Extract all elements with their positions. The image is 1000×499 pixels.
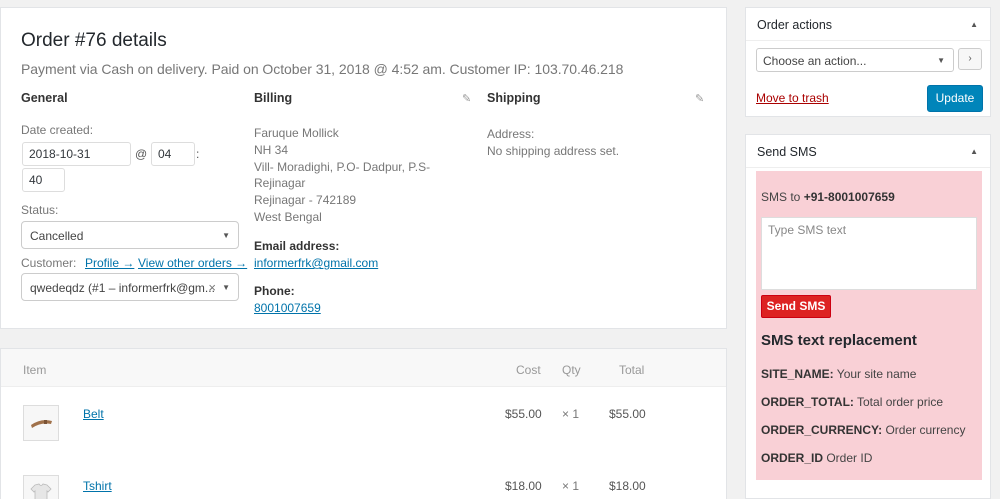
order-actions-title-text: Order actions [757, 18, 833, 32]
belt-icon [23, 405, 59, 441]
replacement-desc: Your site name [833, 367, 917, 381]
shipping-heading: Shipping [487, 91, 541, 105]
sms-recipient: SMS to +91-8001007659 [761, 190, 895, 204]
minute-input[interactable]: 40 [22, 168, 65, 192]
replacement-key: ORDER_ID [761, 451, 824, 465]
items-table-header: Item Cost Qty Total [1, 349, 726, 387]
replacement-desc: Order ID [823, 451, 873, 465]
update-button[interactable]: Update [927, 85, 983, 112]
billing-address-line: Vill- Moradighi, P.O- Dadpur, P.S- [254, 159, 431, 174]
order-title: Order #76 details [21, 30, 167, 51]
billing-address-line: West Bengal [254, 209, 322, 224]
customer-value: qwedeqdz (#1 – informerfrk@gm... [30, 281, 215, 295]
column-qty: Qty [562, 363, 581, 377]
shipping-address-label: Address: [487, 127, 535, 141]
order-action-value: Choose an action... [763, 54, 867, 68]
sms-to-number: +91-8001007659 [803, 190, 895, 204]
status-select[interactable]: Cancelled ▼ [21, 221, 239, 249]
time-colon: : [196, 147, 200, 161]
replacement-item: ORDER_CURRENCY: Order currency [761, 423, 965, 437]
billing-address-line: Faruque Mollick [254, 126, 339, 140]
hour-input[interactable]: 04 [151, 142, 195, 166]
order-actions-box: Order actions ▲ Choose an action... ▼ › … [745, 7, 991, 117]
item-qty: × 1 [562, 407, 580, 421]
view-other-orders-link[interactable]: View other orders → [138, 256, 247, 270]
item-link[interactable]: Belt [83, 407, 104, 421]
replacement-item: SITE_NAME: Your site name [761, 367, 916, 381]
billing-heading: Billing [254, 91, 293, 105]
collapse-toggle-icon[interactable]: ▲ [970, 147, 978, 156]
item-cost: $55.00 [505, 407, 542, 421]
send-sms-title-text: Send SMS [757, 145, 817, 159]
item-link[interactable]: Tshirt [83, 479, 112, 493]
billing-address-line: Rejinagar - 742189 [254, 193, 357, 208]
edit-shipping-pencil-icon[interactable]: ✎ [695, 92, 704, 105]
apply-action-button[interactable]: › [958, 48, 982, 70]
billing-address-line: Rejinagar [254, 176, 306, 191]
chevron-down-icon: ▼ [222, 283, 230, 292]
customer-select[interactable]: qwedeqdz (#1 – informerfrk@gm... × ▼ [21, 273, 239, 301]
phone-link[interactable]: 8001007659 [254, 301, 321, 315]
column-cost: Cost [516, 363, 541, 377]
billing-address-line: NH 34 [254, 142, 289, 157]
move-to-trash-link[interactable]: Move to trash [756, 91, 829, 105]
edit-billing-pencil-icon[interactable]: ✎ [462, 92, 471, 105]
item-qty: × 1 [562, 479, 580, 493]
collapse-toggle-icon[interactable]: ▲ [970, 20, 978, 29]
date-created-input[interactable]: 2018-10-31 [22, 142, 131, 166]
order-data-panel: Order #76 details Payment via Cash on de… [0, 7, 727, 329]
replacement-item: ORDER_TOTAL: Total order price [761, 395, 943, 409]
status-value: Cancelled [30, 229, 84, 243]
send-sms-title: Send SMS ▲ [746, 135, 990, 168]
column-item: Item [23, 363, 47, 377]
order-action-select[interactable]: Choose an action... ▼ [756, 48, 954, 72]
chevron-down-icon: ▼ [937, 56, 945, 65]
status-label: Status: [21, 203, 59, 217]
at-separator: @ [135, 147, 148, 161]
clear-icon[interactable]: × [208, 280, 216, 295]
shipping-address-value: No shipping address set. [487, 144, 620, 158]
general-heading: General [21, 91, 68, 105]
replacement-desc: Total order price [853, 395, 944, 409]
sms-area: SMS to +91-8001007659 Type SMS text Send… [756, 171, 982, 480]
replacement-item: ORDER_ID Order ID [761, 451, 872, 465]
order-meta: Payment via Cash on delivery. Paid on Oc… [21, 61, 624, 77]
sms-to-label: SMS to [761, 190, 804, 204]
sms-replacement-heading: SMS text replacement [761, 332, 917, 349]
profile-link[interactable]: Profile → [85, 256, 134, 270]
send-sms-box: Send SMS ▲ SMS to +91-8001007659 Type SM… [745, 134, 991, 499]
email-link[interactable]: informerfrk@gmail.com [254, 256, 378, 270]
email-label: Email address: [254, 239, 340, 253]
tshirt-icon [23, 475, 59, 499]
replacement-desc: Order currency [882, 423, 966, 437]
item-total: $18.00 [609, 479, 646, 493]
chevron-down-icon: ▼ [222, 231, 230, 240]
sms-text-input[interactable]: Type SMS text [761, 217, 977, 290]
item-cost: $18.00 [505, 479, 542, 493]
replacement-key: ORDER_CURRENCY: [761, 423, 883, 437]
billing-address: Faruque Mollick NH 34 Vill- Moradighi, P… [254, 125, 444, 226]
send-sms-button[interactable]: Send SMS [761, 295, 831, 318]
replacement-key: SITE_NAME: [761, 367, 834, 381]
order-items-panel: Item Cost Qty Total Belt $55.00 × 1 $55.… [0, 348, 727, 499]
column-total: Total [619, 363, 645, 377]
phone-label: Phone: [254, 284, 295, 298]
replacement-key: ORDER_TOTAL: [761, 395, 854, 409]
order-actions-title: Order actions ▲ [746, 8, 990, 41]
customer-label: Customer: [21, 256, 77, 270]
date-created-label: Date created: [21, 123, 94, 137]
item-total: $55.00 [609, 407, 646, 421]
